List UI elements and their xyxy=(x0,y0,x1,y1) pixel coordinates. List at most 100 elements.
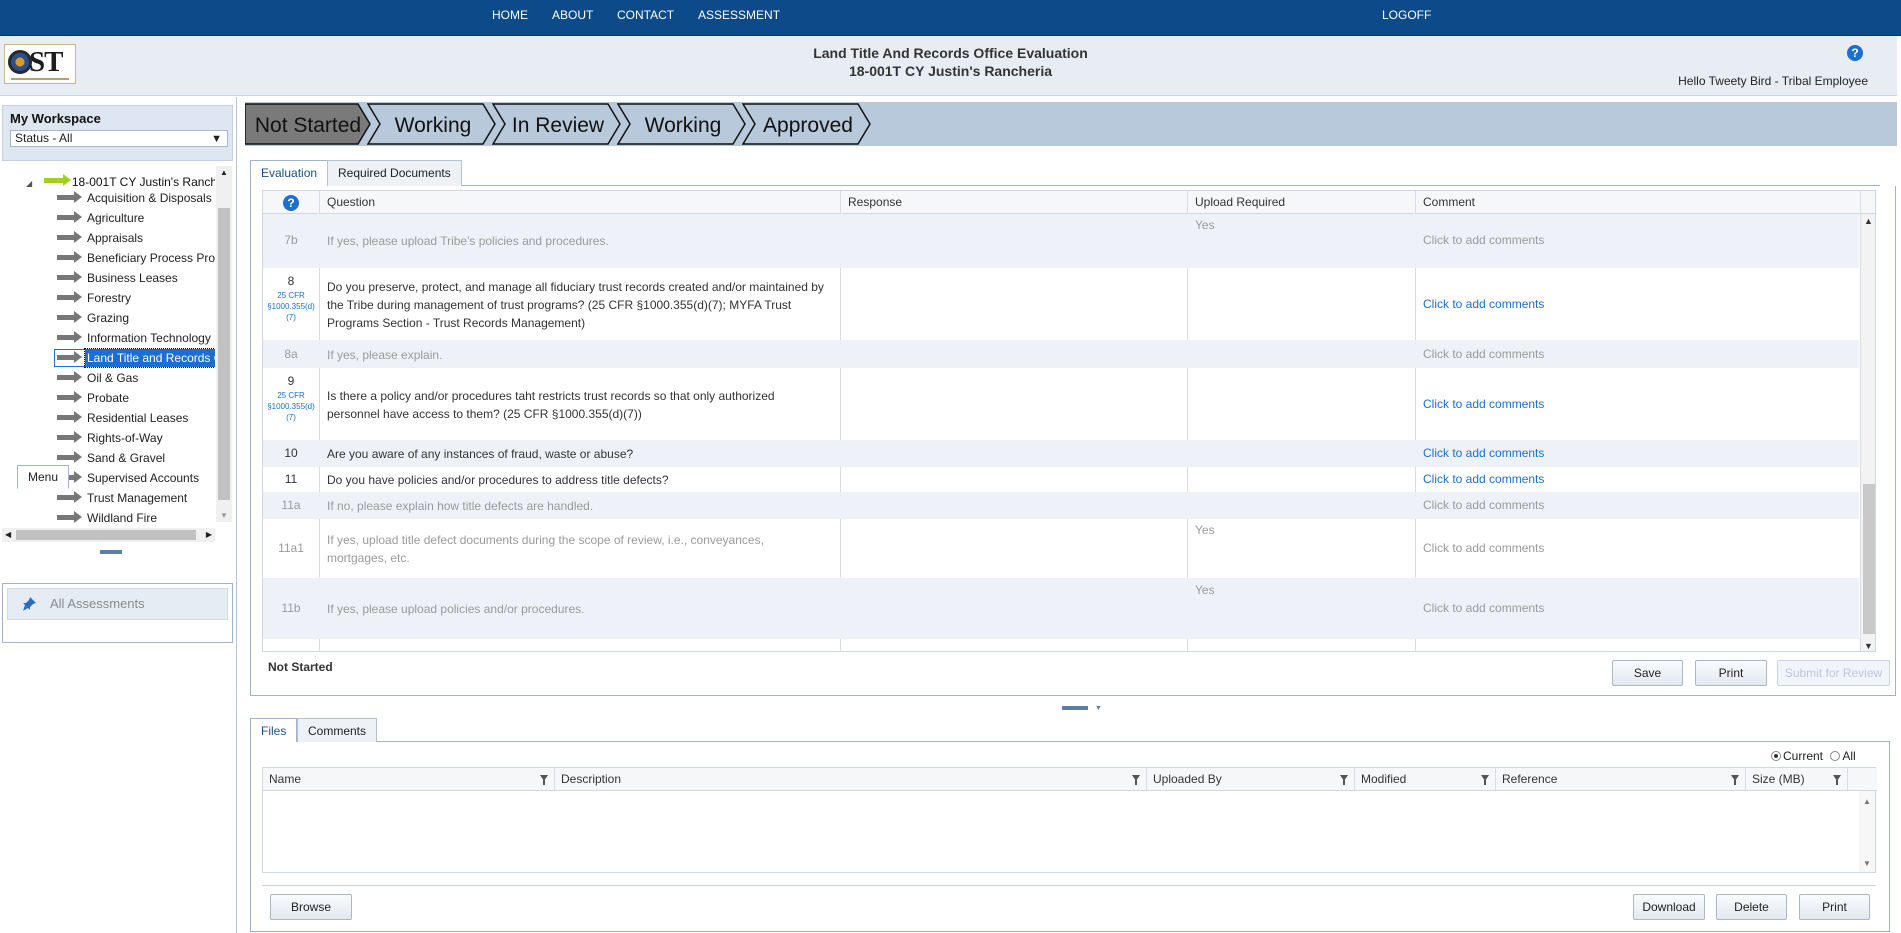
help-icon[interactable]: ? xyxy=(283,195,299,211)
question-text: If yes, upload title defect documents du… xyxy=(327,533,764,565)
download-button[interactable]: Download xyxy=(1633,894,1705,920)
scroll-right-icon[interactable]: ▶ xyxy=(206,530,212,539)
help-icon[interactable]: ? xyxy=(1847,45,1863,61)
add-comment-link[interactable]: Click to add comments xyxy=(1423,347,1544,361)
scroll-up-icon[interactable]: ▲ xyxy=(1863,797,1871,806)
chevron-down-icon[interactable]: ▼ xyxy=(1095,705,1102,712)
response-cell[interactable] xyxy=(841,268,1186,340)
add-comment-link[interactable]: Click to add comments xyxy=(1423,498,1544,512)
panel-splitter[interactable] xyxy=(1062,706,1088,710)
nav-assessment-link[interactable]: ASSESSMENT xyxy=(698,8,780,22)
panel-splitter[interactable] xyxy=(100,550,122,554)
add-comment-link[interactable]: Click to add comments xyxy=(1423,601,1544,615)
question-text: If no, please explain how title defects … xyxy=(327,499,594,513)
add-comment-link[interactable]: Click to add comments xyxy=(1423,472,1544,486)
table-row: 11a If no, please explain how title defec… xyxy=(263,493,1859,519)
delete-button[interactable]: Delete xyxy=(1716,894,1787,920)
add-comment-link[interactable]: Click to add comments xyxy=(1423,297,1544,311)
question-text: If yes, please upload policies and/or pr… xyxy=(327,602,585,616)
question-text: Is there a policy and/or procedures taht… xyxy=(327,389,775,421)
tab-menu[interactable]: Menu xyxy=(17,465,70,489)
tree-root-node[interactable]: ◢ 18-001T CY Justin's Rancheria xyxy=(26,174,215,189)
tab-comments[interactable]: Comments xyxy=(297,718,378,744)
filter-icon[interactable] xyxy=(1132,775,1140,785)
filter-icon[interactable] xyxy=(540,775,548,785)
add-comment-link[interactable]: Click to add comments xyxy=(1423,397,1544,411)
response-cell[interactable] xyxy=(841,467,1186,492)
sidebar-item-label: Wildland Fire xyxy=(87,511,158,525)
response-cell[interactable] xyxy=(841,214,1186,267)
radio-current[interactable] xyxy=(1771,751,1781,761)
nav-home-link[interactable]: HOME xyxy=(492,8,528,22)
question-number: 8 25 CFR §1000.355(d)(7) xyxy=(263,274,319,323)
chevron-down-icon: ▼ xyxy=(211,133,222,145)
filter-icon[interactable] xyxy=(1731,775,1739,785)
questions-table: ? Question Response Upload Required Comm… xyxy=(262,190,1876,652)
progress-steps: Not Started Working In Review Working Approv… xyxy=(245,103,871,145)
question-number: 11a1 xyxy=(278,541,304,555)
response-cell[interactable] xyxy=(841,441,1186,466)
tab-evaluation[interactable]: Evaluation xyxy=(250,160,329,187)
collapse-icon[interactable]: ◢ xyxy=(26,179,32,188)
arrow-right-icon xyxy=(57,331,82,343)
nav-contact-link[interactable]: CONTACT xyxy=(617,8,674,22)
sidebar-item-label: Beneficiary Process Program xyxy=(87,251,215,265)
user-greeting: Hello Tweety Bird - Tribal Employee xyxy=(1678,74,1868,88)
table-row: 10 Are you aware of any instances of frau… xyxy=(263,441,1859,467)
save-button[interactable]: Save xyxy=(1612,660,1683,686)
status-filter-select[interactable]: Status - All ▼ xyxy=(10,130,228,147)
arrow-right-icon xyxy=(57,451,82,463)
tab-required-documents[interactable]: Required Documents xyxy=(327,160,462,186)
filter-icon[interactable] xyxy=(1481,775,1489,785)
print-button[interactable]: Print xyxy=(1695,660,1767,686)
all-assessments-link[interactable]: All Assessments xyxy=(7,588,228,620)
tree-horizontal-scrollbar[interactable]: ◀ ▶ xyxy=(2,528,215,542)
page-title: Land Title And Records Office Evaluation xyxy=(813,45,1088,61)
filter-icon[interactable] xyxy=(1340,775,1348,785)
left-sidebar: My Workspace Status - All ▼ ◢ 18-001T CY… xyxy=(0,97,237,933)
add-comment-link[interactable]: Click to add comments xyxy=(1423,446,1544,460)
scroll-left-icon[interactable]: ◀ xyxy=(5,530,11,539)
sidebar-item-label: Supervised Accounts xyxy=(87,471,200,485)
column-uploaded-by[interactable]: Uploaded By xyxy=(1147,768,1355,791)
radio-all[interactable] xyxy=(1830,751,1841,761)
question-number: 8a xyxy=(284,347,298,361)
column-description[interactable]: Description xyxy=(555,768,1147,791)
filter-icon[interactable] xyxy=(1833,775,1841,785)
response-cell[interactable] xyxy=(841,368,1186,440)
print-files-button[interactable]: Print xyxy=(1799,894,1870,920)
questions-scrollbar[interactable]: ▲ ▼ xyxy=(1861,214,1875,651)
tab-files[interactable]: Files xyxy=(250,718,298,745)
scroll-down-icon[interactable]: ▼ xyxy=(220,511,228,520)
file-version-filter: Current All xyxy=(1771,749,1856,763)
column-upload-required: Upload Required xyxy=(1195,195,1286,209)
add-comment-link[interactable]: Click to add comments xyxy=(1423,541,1544,555)
question-text: Do you preserve, protect, and manage all… xyxy=(327,280,824,330)
submit-for-review-button[interactable]: Submit for Review xyxy=(1777,660,1890,686)
browse-button[interactable]: Browse xyxy=(270,894,352,920)
table-row: 11 Do you have policies and/or procedures… xyxy=(263,467,1859,493)
response-cell[interactable] xyxy=(841,519,1186,578)
column-reference[interactable]: Reference xyxy=(1496,768,1746,791)
files-scrollbar[interactable]: ▲ ▼ xyxy=(1859,791,1875,872)
files-table: Name Description Uploaded By Modified Re… xyxy=(262,767,1877,873)
response-cell[interactable] xyxy=(841,341,1186,367)
scroll-up-icon[interactable]: ▲ xyxy=(1864,216,1873,226)
arrow-right-icon xyxy=(57,311,82,323)
column-name[interactable]: Name xyxy=(263,768,555,791)
column-modified[interactable]: Modified xyxy=(1355,768,1496,791)
column-size[interactable]: Size (MB) xyxy=(1746,768,1848,791)
sidebar-item-label: Residential Leases xyxy=(87,411,189,425)
response-cell[interactable] xyxy=(841,579,1186,638)
question-text: Do you have policies and/or procedures t… xyxy=(327,473,669,487)
nav-about-link[interactable]: ABOUT xyxy=(552,8,593,22)
arrow-right-icon xyxy=(57,431,82,443)
arrow-right-icon xyxy=(57,191,82,203)
add-comment-link[interactable]: Click to add comments xyxy=(1423,233,1544,247)
response-cell[interactable] xyxy=(841,493,1186,518)
scroll-down-icon[interactable]: ▼ xyxy=(1863,859,1871,868)
scroll-down-icon[interactable]: ▼ xyxy=(1864,641,1873,651)
tree-vertical-scrollbar[interactable]: ▲ ▼ xyxy=(216,166,232,522)
nav-logoff-link[interactable]: LOGOFF xyxy=(1382,8,1431,22)
scroll-up-icon[interactable]: ▲ xyxy=(220,168,228,177)
